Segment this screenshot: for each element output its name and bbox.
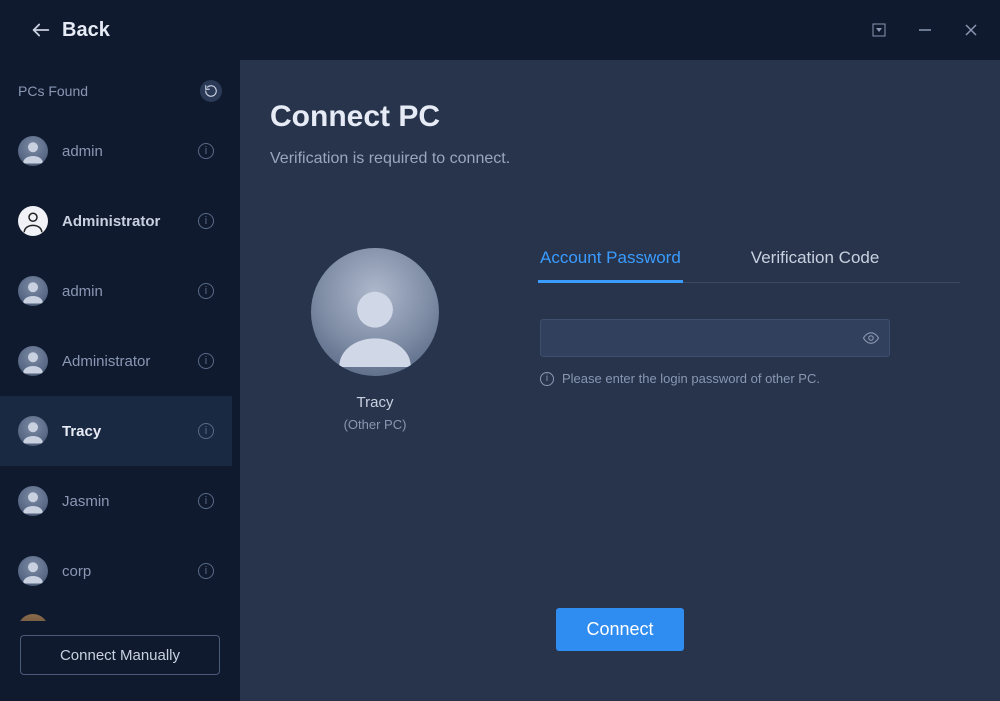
info-icon[interactable]: i: [198, 283, 214, 299]
avatar-icon: [18, 416, 48, 446]
password-input[interactable]: [540, 319, 890, 357]
avatar-icon: [18, 206, 48, 236]
back-label: Back: [62, 19, 110, 42]
password-hint: i Please enter the login password of oth…: [540, 371, 960, 386]
info-icon[interactable]: i: [198, 423, 214, 439]
main: PCs Found admin i Administrator i: [0, 60, 1000, 701]
avatar-icon: [18, 136, 48, 166]
avatar-image-icon: [18, 614, 48, 621]
pc-name: corp: [62, 563, 184, 580]
profile-subtitle: (Other PC): [344, 417, 407, 432]
close-icon[interactable]: [962, 21, 980, 39]
avatar-icon: [18, 276, 48, 306]
window-controls: [870, 21, 980, 39]
avatar-icon: [18, 556, 48, 586]
avatar-icon: [18, 346, 48, 376]
titlebar: Back: [0, 0, 1000, 60]
pc-name: admin: [62, 143, 184, 160]
page-subtitle: Verification is required to connect.: [270, 150, 960, 168]
hint-text: Please enter the login password of other…: [562, 371, 820, 386]
profile-name: Tracy: [357, 394, 394, 411]
sidebar-title: PCs Found: [18, 83, 88, 99]
info-icon[interactable]: i: [198, 353, 214, 369]
info-icon[interactable]: i: [198, 493, 214, 509]
tab-verification-code[interactable]: Verification Code: [751, 248, 880, 282]
pc-name: Administrator: [62, 213, 184, 230]
tabs: Account Password Verification Code: [540, 248, 960, 283]
sidebar: PCs Found admin i Administrator i: [0, 60, 240, 701]
pc-list-item-selected[interactable]: Tracy i: [0, 396, 232, 466]
pc-list-item[interactable]: admin i: [0, 116, 232, 186]
tab-account-password[interactable]: Account Password: [540, 248, 681, 282]
content-panel: Connect PC Verification is required to c…: [240, 60, 1000, 701]
info-icon[interactable]: i: [198, 143, 214, 159]
show-password-icon[interactable]: [862, 329, 880, 347]
form-column: Account Password Verification Code i Ple…: [540, 248, 960, 432]
pc-name: admin: [62, 283, 184, 300]
refresh-icon[interactable]: [200, 80, 222, 102]
sidebar-header: PCs Found: [0, 80, 240, 116]
profile-avatar-icon: [311, 248, 439, 376]
minimize-icon[interactable]: [916, 21, 934, 39]
pc-name: Administrator: [62, 353, 184, 370]
avatar-icon: [18, 486, 48, 516]
pc-list[interactable]: admin i Administrator i admin i: [0, 116, 240, 621]
sidebar-footer: Connect Manually: [0, 621, 240, 701]
pc-name: Jasmin: [62, 493, 184, 510]
info-icon[interactable]: i: [198, 213, 214, 229]
info-icon: i: [540, 372, 554, 386]
connect-manually-button[interactable]: Connect Manually: [20, 635, 220, 675]
back-arrow-icon: [30, 19, 52, 41]
pc-list-item[interactable]: Jasmin i: [0, 466, 232, 536]
pc-name: Tracy: [62, 423, 184, 440]
connect-button[interactable]: Connect: [556, 608, 683, 651]
pc-list-item[interactable]: Administrator i: [0, 326, 232, 396]
page-title: Connect PC: [270, 100, 960, 134]
dropdown-menu-icon[interactable]: [870, 21, 888, 39]
profile-column: Tracy (Other PC): [270, 248, 480, 432]
pc-list-item[interactable]: corp i: [0, 536, 232, 606]
info-icon[interactable]: i: [198, 563, 214, 579]
pc-list-item[interactable]: admin i: [0, 256, 232, 326]
password-field-wrapper: [540, 319, 890, 357]
back-button[interactable]: Back: [30, 19, 110, 42]
pc-list-item[interactable]: [0, 606, 232, 621]
pc-list-item[interactable]: Administrator i: [0, 186, 232, 256]
